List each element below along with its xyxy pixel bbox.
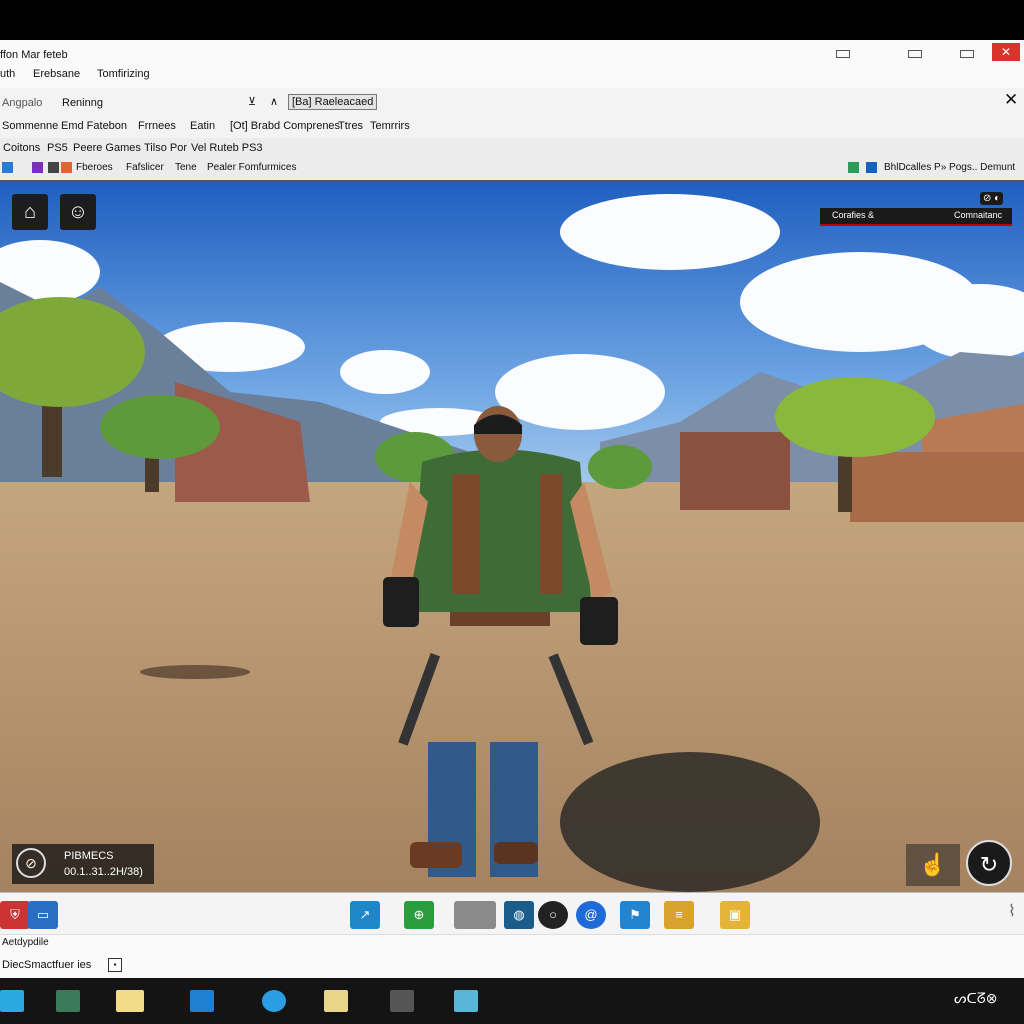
minimize-button[interactable] [908,50,922,58]
address-toolbar: Angpalo Reninng ⊻ ∧ [Ba] Raeleacaed ✕ So… [0,88,1024,139]
player-name: PIBMECS [64,850,114,862]
hud-controls[interactable]: ⊘ ◐ [980,192,1004,205]
shield-icon[interactable]: ⛨ [0,901,30,929]
player-stats: 00.1..31..2H/38) [64,866,143,878]
tab-active[interactable]: [Ba] Raeleacaed [288,94,378,110]
bookmark-icon [32,162,43,173]
xbox-icon[interactable]: ⊕ [404,901,434,929]
tab-2[interactable]: Peere Games [73,142,141,154]
map-button[interactable]: ⌂ [12,194,48,230]
status-line-1: Aetdypdile [2,937,49,948]
status-toggle-button[interactable]: ▪ [108,958,122,972]
maximize-button[interactable] [960,50,974,58]
hud-status-right: Comnaitanc [954,210,1003,220]
gesture-button[interactable]: ☝ [906,844,960,886]
os-taskbar: ᔕᑕᘔ⊗ [0,978,1024,1024]
menu-item-2[interactable]: Tomfirizing [97,68,150,80]
hud-status-left: Corafies & [832,210,875,220]
browser-icon[interactable] [262,990,286,1012]
flag-icon[interactable]: ⚑ [620,901,650,929]
wall-right [850,452,1024,522]
map-icon: ⌂ [23,201,37,223]
tab-4[interactable]: Vel Ruteb PS3 [191,142,263,154]
close-panel-button[interactable]: ✕ [1004,90,1018,110]
character-button[interactable]: ☺ [60,194,96,230]
toolbar-item-1[interactable]: Emd Fatebon [61,120,127,132]
status-line-2: DiecSmactfuer ies [2,959,92,971]
folder-icon[interactable]: ▣ [720,901,750,929]
close-icon: ✕ [1000,45,1012,59]
window-titlebar: ffon Mar feteb uth Erebsane Tomfirizing … [0,40,1024,89]
menu-item-0[interactable]: uth [0,68,15,80]
grid-icon[interactable] [56,990,80,1012]
toolbar-right-text: BhlDcalles P» Pogs.. Demunt [884,162,1016,173]
edge-icon[interactable] [190,990,214,1012]
bookmark-1[interactable]: Fafslicer [126,162,164,173]
hand-icon: ☝ [919,852,947,877]
toolbar-item-5[interactable]: Ttres [338,120,363,132]
status-bar: Aetdypdile DiecSmactfuer ies ▪ [0,934,1024,979]
image-icon[interactable] [454,990,478,1012]
tab-3[interactable]: Tilso Por [144,142,187,154]
action-button[interactable]: ↻ [966,840,1012,886]
notes-icon[interactable]: ≡ [664,901,694,929]
toolbar-item-2[interactable]: Frrnees [138,120,176,132]
search-input[interactable]: Reninng [62,97,103,109]
toolbar-item-4[interactable]: [Ot] Brabd Comprenes [230,120,340,132]
hud-status-bar: Corafies & Comnaitanc [820,208,1012,226]
active-app-highlight [440,978,518,1024]
files-icon[interactable] [324,990,348,1012]
system-tray[interactable]: ᔕᑕᘔ⊗ [954,990,998,1007]
window-title: ffon Mar feteb [0,49,68,61]
bookmark-icon [61,162,72,173]
game-scene [0,182,1024,892]
close-icon: ✕ [1004,90,1019,109]
gallery-icon[interactable] [454,901,496,929]
extension-icon[interactable] [848,162,859,173]
bookmarks-toolbar: Coitons PS5 Peere Games Tilso Por Vel Ru… [0,138,1024,182]
tab-1[interactable]: PS5 [47,142,68,154]
bookmark-icon [48,162,59,173]
app-taskbar: ⛨ ▭ ↗ ⊕ ◍ ○ @ ⚑ ≡ ▣ ⌇ [0,892,1024,935]
bookmark-0[interactable]: Fberoes [76,162,113,173]
tab-0[interactable]: Coitons [3,142,40,154]
game-viewport[interactable]: ⌂ ☺ ⊘ ◐ ☝ ↻ [0,182,1024,892]
bookmark-2[interactable]: Tene [175,162,197,173]
bookmark-3[interactable]: Pealer Fomfurmices [207,162,296,173]
terminal-icon[interactable] [390,990,414,1012]
filter-control[interactable]: ⊻ [248,95,256,108]
player-panel: ⊘ PIBMECS 00.1..31..2H/38) [12,844,154,884]
refresh-icon: ↻ [979,852,999,877]
toolbar-item-3[interactable]: Eatin [190,120,215,132]
hut-right [680,432,790,510]
character-icon: ☺ [67,201,89,223]
character-shadow [560,752,820,892]
window-icon[interactable]: ▭ [28,901,58,929]
toolbar-item-6[interactable]: Temrrirs [370,120,410,132]
network-icon[interactable]: ◍ [504,901,534,929]
compass-icon: ⊘ [16,848,46,878]
close-button[interactable]: ✕ [992,43,1020,61]
arrow-app-icon[interactable]: ↗ [350,901,380,929]
extension-icon[interactable] [866,162,877,173]
address-label: Angpalo [2,97,43,109]
pen-icon[interactable] [0,990,24,1012]
folder-icon[interactable] [116,990,144,1012]
toolbar-item-0[interactable]: Sommenne [2,120,58,132]
pin-icon[interactable]: ⌇ [1008,901,1016,921]
menu-item-1[interactable]: Erebsane [33,68,80,80]
search-ring-icon[interactable]: ○ [538,901,568,929]
restore-button[interactable] [836,50,850,58]
bookmark-icon [2,162,13,173]
collapse-control[interactable]: ∧ [270,95,278,108]
swirl-icon[interactable]: @ [576,901,606,929]
